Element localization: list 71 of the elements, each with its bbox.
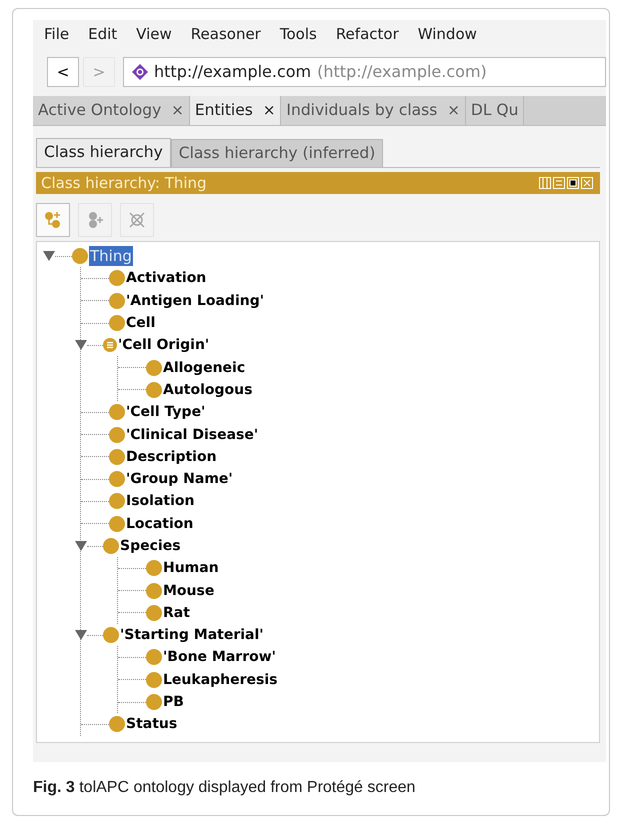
class-label[interactable]: Leukapheresis (163, 670, 278, 690)
class-icon (146, 649, 162, 666)
class-icon (146, 582, 162, 599)
figure-caption: Fig. 3 tolAPC ontology displayed from Protégé screen (33, 778, 416, 798)
class-label[interactable]: 'Clinical Disease' (126, 424, 258, 445)
menu-item[interactable]: Edit (88, 22, 118, 46)
class-icon (146, 694, 162, 710)
defined-class-icon (103, 338, 117, 352)
menu-item[interactable]: Tools (280, 22, 317, 46)
class-label[interactable]: Description (126, 446, 217, 467)
class-icon (109, 404, 125, 420)
class-icon (109, 448, 125, 465)
close-icon[interactable]: × (447, 99, 460, 122)
panel-title-bar: Class hierarchy: Thing (36, 172, 600, 194)
menu-item[interactable]: View (136, 22, 172, 46)
class-label[interactable]: Rat (163, 602, 190, 623)
menu-item[interactable]: Reasoner (190, 22, 261, 46)
delete-icon (127, 210, 147, 230)
tab[interactable]: Class hierarchy (inferred) (170, 139, 384, 167)
class-icon (109, 471, 125, 488)
close-icon[interactable]: × (171, 99, 184, 122)
address-field[interactable]: http://example.com (http://example.com) (123, 57, 606, 87)
class-label[interactable]: Thing (89, 246, 133, 266)
class-icon (109, 426, 125, 443)
class-label[interactable]: Cell (126, 313, 156, 334)
class-label[interactable]: 'Antigen Loading' (126, 290, 264, 311)
class-label[interactable]: 'Group Name' (126, 469, 233, 490)
class-label[interactable]: PB (163, 692, 184, 712)
tab[interactable]: Entities × (190, 96, 282, 125)
ontology-icon (132, 64, 148, 80)
expanded-arrow-icon[interactable] (75, 629, 87, 642)
class-label[interactable]: Mouse (163, 580, 214, 601)
class-icon (146, 360, 162, 376)
expanded-arrow-icon[interactable] (75, 339, 87, 352)
class-icon (146, 382, 162, 398)
class-icon (109, 270, 125, 286)
class-label[interactable]: Isolation (126, 491, 194, 512)
class-icon (109, 716, 125, 732)
class-icon (109, 493, 125, 510)
address-note: (http://example.com) (317, 61, 487, 83)
tab[interactable]: Class hierarchy (36, 138, 171, 167)
class-icon (109, 516, 125, 532)
class-label[interactable]: 'Cell Origin' (118, 335, 210, 356)
class-label[interactable]: Autologous (163, 380, 252, 400)
class-icon (72, 248, 88, 264)
class-label[interactable]: Human (163, 558, 219, 578)
class-label[interactable]: 'Cell Type' (126, 402, 206, 422)
expanded-arrow-icon[interactable] (43, 250, 55, 262)
class-label[interactable]: Activation (126, 268, 206, 288)
close-icon[interactable]: × (262, 99, 276, 122)
class-label[interactable]: Status (126, 714, 178, 734)
class-icon (146, 672, 162, 688)
class-label[interactable]: Allogeneic (163, 358, 246, 378)
menu-item[interactable]: Window (418, 22, 477, 46)
add-subclass-icon (43, 210, 63, 230)
expanded-arrow-icon[interactable] (75, 540, 87, 552)
class-icon (146, 560, 162, 576)
back-button[interactable]: < (47, 57, 79, 87)
class-icon (109, 315, 125, 332)
class-label[interactable]: Location (126, 514, 194, 534)
view-controls-icon[interactable] (539, 177, 595, 189)
class-icon (146, 604, 162, 621)
menu-item[interactable]: File (44, 22, 70, 46)
menu-item[interactable]: Refactor (336, 22, 399, 46)
class-label[interactable]: Species (120, 536, 181, 556)
class-icon (109, 292, 125, 309)
address-text: http://example.com (154, 61, 312, 83)
class-label[interactable]: 'Starting Material' (120, 625, 264, 646)
class-label[interactable]: 'Bone Marrow' (163, 647, 276, 668)
class-icon (103, 538, 119, 554)
class-icon (103, 627, 119, 644)
